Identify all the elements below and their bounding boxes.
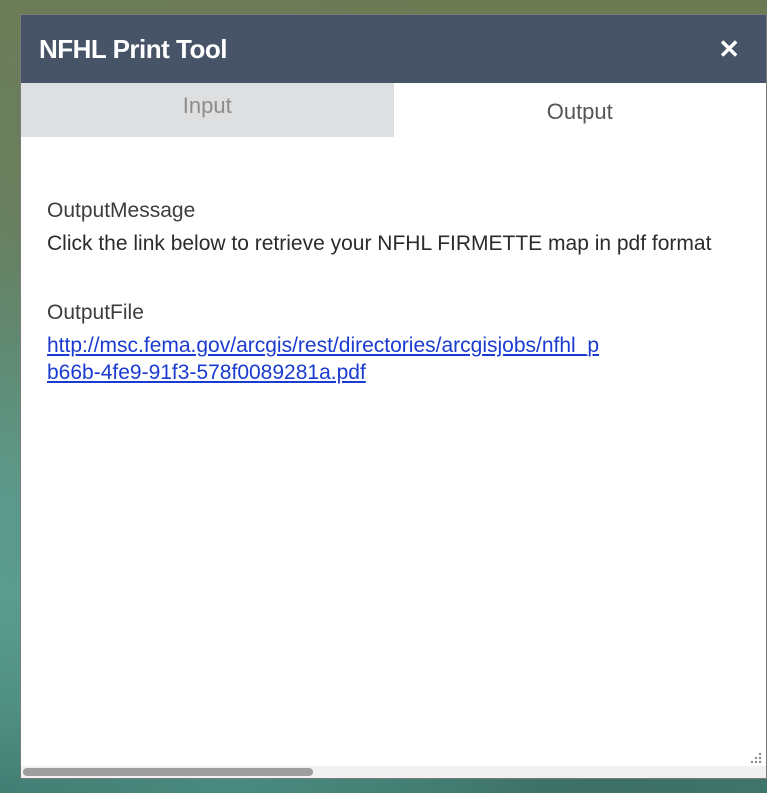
output-file-link[interactable]: http://msc.fema.gov/arcgis/rest/director… [47,333,766,386]
output-file-link-line2: b66b-4fe9-91f3-578f0089281a.pdf [47,360,366,384]
print-tool-panel: NFHL Print Tool ✕ Input Output OutputMes… [20,14,767,779]
tab-input[interactable]: Input [21,83,394,137]
resize-grip-icon[interactable] [748,750,762,764]
tab-bar: Input Output [21,83,766,137]
horizontal-scrollbar[interactable] [21,766,766,778]
output-file-label: OutputFile [47,301,144,325]
tab-output[interactable]: Output [393,83,766,137]
output-content: OutputMessage Click the link below to re… [21,137,766,386]
output-message-label: OutputMessage [47,199,196,222]
panel-title: NFHL Print Tool [39,33,227,64]
close-icon[interactable]: ✕ [718,36,740,62]
output-file-link-line1: http://msc.fema.gov/arcgis/rest/director… [47,334,600,358]
scrollbar-thumb[interactable] [23,768,313,776]
output-message-text: Click the link below to retrieve your NF… [47,232,712,255]
panel-title-bar[interactable]: NFHL Print Tool ✕ [21,15,766,83]
